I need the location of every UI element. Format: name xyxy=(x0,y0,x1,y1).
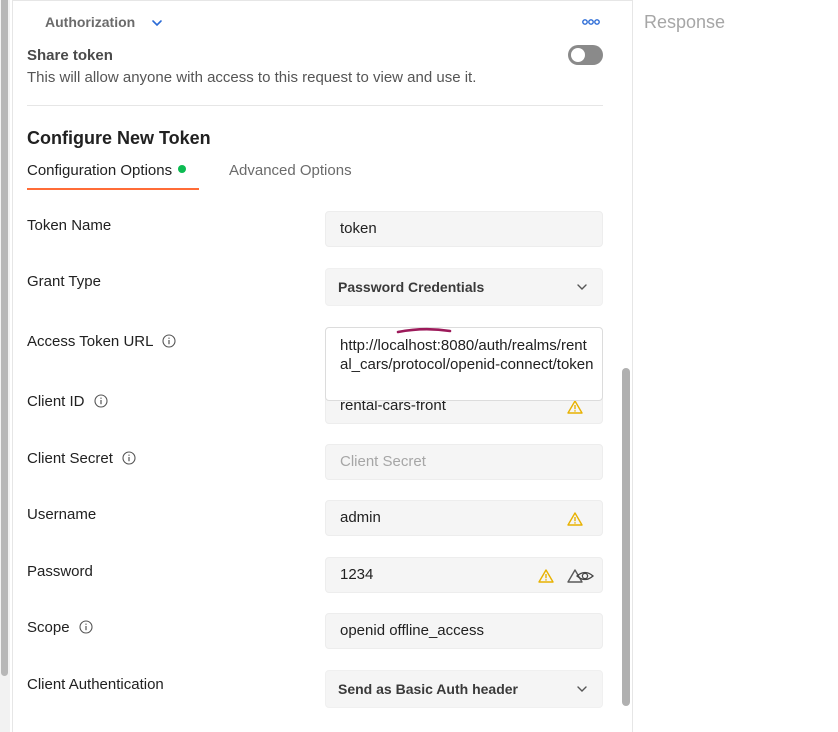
client-secret-input[interactable]: Client Secret xyxy=(325,444,603,480)
authorization-section-label[interactable]: Authorization xyxy=(45,14,135,30)
response-panel-title: Response xyxy=(644,12,726,32)
grant-type-value: Password Credentials xyxy=(338,279,485,295)
client-secret-placeholder: Client Secret xyxy=(340,453,426,470)
panel-border-top xyxy=(12,0,632,1)
left-scrollbar-thumb[interactable] xyxy=(1,0,8,676)
warning-icon xyxy=(567,400,583,414)
panel-border-right xyxy=(632,0,633,732)
scope-input[interactable]: openid offline_access xyxy=(325,613,603,649)
warning-icon xyxy=(538,569,554,583)
tab-advanced-options[interactable]: Advanced Options xyxy=(229,162,352,179)
scope-label: Scope xyxy=(27,619,93,636)
info-icon[interactable] xyxy=(79,620,93,634)
access-token-url-label-text: Access Token URL xyxy=(27,333,153,350)
access-token-url-value: http://localhost:8080/auth/realms/rental… xyxy=(340,337,594,373)
token-name-value: token xyxy=(340,220,377,237)
active-tab-underline xyxy=(27,188,199,190)
username-input[interactable]: admin xyxy=(325,500,603,536)
panel-border-left xyxy=(12,0,13,732)
client-authentication-select[interactable]: Send as Basic Auth header xyxy=(325,670,603,708)
vertical-scrollbar-thumb[interactable] xyxy=(622,368,630,706)
password-input[interactable]: 1234 xyxy=(325,557,603,593)
username-value: admin xyxy=(340,509,381,526)
info-icon[interactable] xyxy=(94,394,108,408)
scope-label-text: Scope xyxy=(27,619,70,636)
grant-type-label: Grant Type xyxy=(27,273,101,290)
client-authentication-value: Send as Basic Auth header xyxy=(338,681,518,697)
warning-icon xyxy=(567,512,583,526)
toggle-knob xyxy=(571,48,585,62)
info-icon[interactable] xyxy=(122,451,136,465)
username-label: Username xyxy=(27,506,97,523)
scope-value: openid offline_access xyxy=(340,622,484,639)
status-dot-icon xyxy=(178,165,187,173)
chevron-down-icon xyxy=(577,686,587,692)
client-secret-label-text: Client Secret xyxy=(27,450,113,467)
grant-type-select[interactable]: Password Credentials xyxy=(325,268,603,306)
annotation-stroke xyxy=(396,327,452,334)
password-value: 1234 xyxy=(340,566,374,583)
eye-icon[interactable] xyxy=(576,569,594,583)
password-label: Password xyxy=(27,563,93,580)
access-token-url-input[interactable]: http://localhost:8080/auth/realms/rental… xyxy=(325,327,603,401)
chevron-down-icon[interactable] xyxy=(150,16,164,30)
client-secret-label: Client Secret xyxy=(27,450,136,467)
share-token-description: This will allow anyone with access to th… xyxy=(27,69,477,86)
client-id-label: Client ID xyxy=(27,393,108,410)
client-id-label-text: Client ID xyxy=(27,393,85,410)
section-divider xyxy=(27,105,603,106)
share-token-toggle[interactable] xyxy=(568,45,603,65)
configure-token-heading: Configure New Token xyxy=(27,128,211,148)
info-icon[interactable] xyxy=(162,334,176,348)
token-name-input[interactable]: token xyxy=(325,211,603,247)
chevron-down-icon xyxy=(577,284,587,290)
access-token-url-label: Access Token URL xyxy=(27,333,176,350)
token-name-label: Token Name xyxy=(27,217,112,234)
more-options-icon[interactable] xyxy=(582,18,600,26)
tab-configuration-options[interactable]: Configuration Options xyxy=(27,162,187,179)
client-authentication-label: Client Authentication xyxy=(27,676,164,693)
tab-label: Configuration Options xyxy=(27,162,173,179)
share-token-title: Share token xyxy=(27,47,113,64)
